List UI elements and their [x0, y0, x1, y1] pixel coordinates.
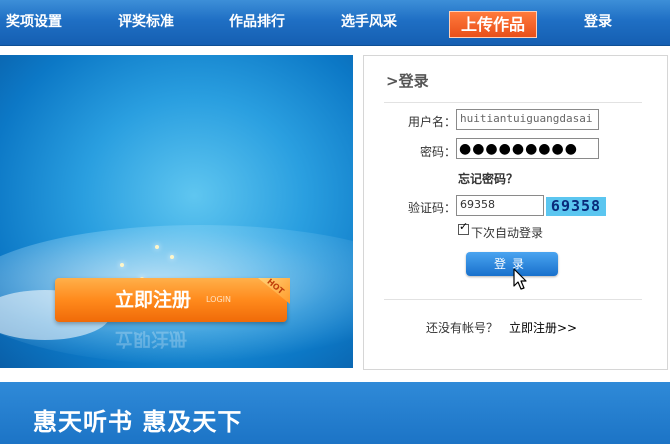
footer-slogan: 惠天听书 惠及天下 [33, 408, 243, 436]
nav-contestants[interactable]: 选手风采 [341, 0, 397, 45]
top-nav: 奖项设置 评奖标准 作品排行 选手风采 上传作品 登录 [0, 0, 670, 46]
login-title: >登录 [386, 72, 429, 90]
password-mask: ●●●●●●●●● [459, 141, 578, 157]
password-label: 密码： [419, 145, 456, 159]
footer-band: 惠天听书 惠及天下 [0, 382, 670, 444]
register-now-button[interactable]: 立即注册 LOGIN [55, 278, 287, 322]
title-divider [384, 102, 642, 103]
no-account-text: 还没有帐号？ [426, 321, 499, 335]
nav-awards[interactable]: 奖项设置 [6, 0, 62, 45]
nav-ranking[interactable]: 作品排行 [229, 0, 285, 45]
login-submit-button[interactable]: 登录 [466, 252, 558, 276]
bottom-divider [384, 299, 642, 300]
remember-label: 下次自动登录 [471, 226, 544, 240]
forgot-password-link[interactable]: 忘记密码？ [458, 170, 518, 187]
remember-checkbox[interactable]: ✓ [458, 220, 469, 235]
captcha-input[interactable]: 69358 [456, 195, 544, 216]
register-now-sublabel: LOGIN [206, 295, 232, 304]
register-now-label: 立即注册 [115, 289, 192, 311]
sparkle [170, 255, 174, 259]
checkmark-icon: ✓ [459, 220, 469, 233]
sparkle [120, 263, 124, 267]
upload-works-button[interactable]: 上传作品 [449, 11, 537, 38]
nav-login[interactable]: 登录 [584, 0, 612, 45]
mouse-pointer-icon [513, 268, 527, 290]
register-link[interactable]: 立即注册>> [509, 319, 577, 336]
nav-criteria[interactable]: 评奖标准 [118, 0, 174, 45]
captcha-image[interactable]: 69358 [546, 197, 606, 216]
sparkle [155, 245, 159, 249]
promo-banner: 立即注册 LOGIN HOT 立即注册 [0, 55, 353, 368]
username-input[interactable]: huitiantuiguangdasai [456, 109, 599, 130]
register-reflection: 立即注册 [115, 328, 187, 349]
username-label: 用户名： [407, 115, 456, 129]
login-panel: >登录 用户名： huitiantuiguangdasai 密码： ●●●●●●… [363, 55, 668, 370]
captcha-label: 验证码： [407, 201, 456, 215]
